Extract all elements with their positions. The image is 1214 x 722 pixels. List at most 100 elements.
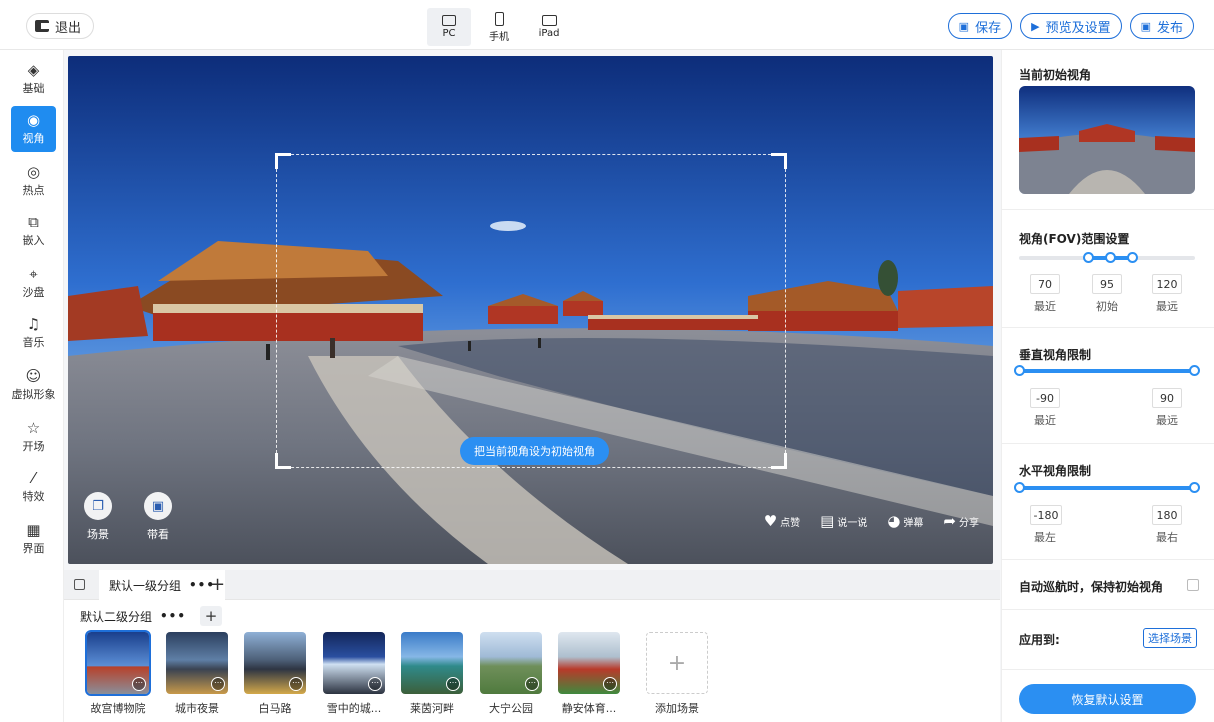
sidebar-item-opening[interactable]: ☆ 开场 bbox=[11, 414, 56, 460]
scene-thumb[interactable]: ⋯ 雪中的城... bbox=[323, 632, 385, 716]
device-phone-tab[interactable]: 手机 bbox=[477, 8, 521, 46]
panorama-viewer[interactable]: 把当前视角设为初始视角 ❐ 场景 ▣ 带看 ♥ 点赞 ▤ 说一说 ◕ 弹幕 ➦ … bbox=[68, 56, 993, 564]
auto-cruise-label: 自动巡航时，保持初始视角 bbox=[1019, 580, 1164, 594]
more-icon[interactable]: ⋯ bbox=[289, 677, 303, 691]
scene-thumb[interactable]: ⋯ 大宁公园 bbox=[480, 632, 542, 716]
preview-image bbox=[1019, 86, 1195, 194]
scene-image: ⋯ bbox=[558, 632, 620, 694]
vertical-min-handle[interactable] bbox=[1014, 365, 1025, 376]
horizontal-max-label: 最右 bbox=[1156, 531, 1178, 544]
horizontal-max-handle[interactable] bbox=[1189, 482, 1200, 493]
apply-to-section: 应用到: 选择场景 bbox=[1002, 610, 1214, 670]
vertical-max-input[interactable]: 90 bbox=[1152, 388, 1182, 408]
danmaku-icon: ◕ bbox=[887, 512, 901, 530]
sidebar-item-view[interactable]: ◉ 视角 bbox=[11, 106, 56, 152]
sidebar-item-avatar[interactable]: ☺ 虚拟形象 bbox=[6, 362, 61, 408]
group-tabs: 默认一级分组 ••• + bbox=[64, 570, 1000, 600]
fov-title: 视角(FOV)范围设置 bbox=[1019, 232, 1130, 246]
left-sidebar: ◈ 基础 ◉ 视角 ◎ 热点 ⧉ 嵌入 ⌖ 沙盘 ♫ 音乐 ☺ 虚拟形象 ☆ 开… bbox=[0, 50, 64, 722]
fov-init-handle[interactable] bbox=[1105, 252, 1116, 263]
device-ipad-tab[interactable]: iPad bbox=[527, 8, 571, 46]
comment-button[interactable]: ▤ 说一说 bbox=[820, 512, 867, 530]
scene-label: 故宫博物院 bbox=[90, 702, 146, 715]
comment-icon: ▤ bbox=[820, 512, 835, 530]
current-view-section: 当前初始视角 bbox=[1002, 50, 1214, 210]
current-view-title: 当前初始视角 bbox=[1019, 68, 1092, 82]
add-scene-button[interactable]: + 添加场景 bbox=[646, 632, 708, 716]
like-label: 点赞 bbox=[780, 517, 801, 529]
set-initial-view-button[interactable]: 把当前视角设为初始视角 bbox=[460, 437, 609, 465]
more-icon[interactable]: ⋯ bbox=[603, 677, 617, 691]
wand-icon: ⁄ bbox=[32, 469, 35, 487]
fov-init-label: 初始 bbox=[1096, 300, 1118, 313]
scene-thumb[interactable]: ⋯ 静安体育... bbox=[558, 632, 620, 716]
guide-icon: ▣ bbox=[144, 492, 172, 520]
more-icon[interactable]: ⋯ bbox=[446, 677, 460, 691]
reset-default-button[interactable]: 恢复默认设置 bbox=[1019, 684, 1196, 714]
horizontal-max-input[interactable]: 180 bbox=[1152, 505, 1182, 525]
group-square-icon[interactable] bbox=[74, 579, 85, 590]
star-icon: ☆ bbox=[26, 419, 41, 437]
scene-thumb[interactable]: ⋯ 城市夜景 bbox=[166, 632, 228, 716]
fov-init-input[interactable]: 95 bbox=[1092, 274, 1122, 294]
like-button[interactable]: ♥ 点赞 bbox=[764, 512, 800, 530]
device-pc-tab[interactable]: PC bbox=[427, 8, 471, 46]
guide-tool[interactable]: ▣ 带看 bbox=[138, 492, 178, 542]
publish-icon: ▣ bbox=[1140, 19, 1151, 33]
top-actions: ▣ 保存 ▶ 预览及设置 ▣ 发布 bbox=[947, 13, 1194, 39]
device-pc-label: PC bbox=[442, 28, 456, 39]
horizontal-min-input[interactable]: -180 bbox=[1030, 505, 1062, 525]
share-button[interactable]: ➦ 分享 bbox=[943, 512, 979, 530]
select-scene-button[interactable]: 选择场景 bbox=[1143, 628, 1197, 648]
scene-label: 莱茵河畔 bbox=[410, 702, 454, 715]
more-icon[interactable]: ⋯ bbox=[525, 677, 539, 691]
subgroup-label[interactable]: 默认二级分组 bbox=[80, 608, 152, 625]
fov-max-input[interactable]: 120 bbox=[1152, 274, 1182, 294]
scene-thumb[interactable]: ⋯ 故宫博物院 bbox=[85, 630, 151, 716]
vertical-slider-fill[interactable] bbox=[1019, 369, 1195, 373]
horizontal-min-handle[interactable] bbox=[1014, 482, 1025, 493]
sidebar-item-interface[interactable]: ▦ 界面 bbox=[11, 516, 56, 562]
add-group-icon[interactable]: + bbox=[210, 574, 225, 595]
auto-cruise-section: 自动巡航时，保持初始视角 bbox=[1002, 560, 1214, 610]
sidebar-item-music[interactable]: ♫ 音乐 bbox=[11, 310, 56, 356]
sidebar-item-sandbox[interactable]: ⌖ 沙盘 bbox=[11, 260, 56, 306]
top-bar: 退出 PC 手机 iPad ▣ 保存 ▶ 预览及设置 ▣ 发布 bbox=[0, 0, 1214, 50]
fov-min-input[interactable]: 70 bbox=[1030, 274, 1060, 294]
fov-max-handle[interactable] bbox=[1127, 252, 1138, 263]
frame-corner bbox=[771, 153, 787, 169]
more-icon[interactable]: ⋯ bbox=[368, 677, 382, 691]
preview-button[interactable]: ▶ 预览及设置 bbox=[1020, 13, 1122, 39]
sidebar-item-effects[interactable]: ⁄ 特效 bbox=[11, 464, 56, 510]
add-subgroup-icon[interactable]: + bbox=[200, 606, 223, 626]
fov-min-handle[interactable] bbox=[1083, 252, 1094, 263]
scene-label: 大宁公园 bbox=[489, 702, 533, 715]
danmaku-button[interactable]: ◕ 弹幕 bbox=[887, 512, 923, 530]
sidebar-item-label: 热点 bbox=[22, 184, 45, 197]
save-button[interactable]: ▣ 保存 bbox=[947, 13, 1013, 39]
more-icon[interactable]: ⋯ bbox=[211, 677, 225, 691]
sidebar-item-hotspot[interactable]: ◎ 热点 bbox=[11, 158, 56, 204]
auto-cruise-checkbox[interactable] bbox=[1187, 579, 1199, 591]
exit-button[interactable]: 退出 bbox=[26, 13, 95, 39]
sidebar-item-basic[interactable]: ◈ 基础 bbox=[11, 56, 56, 102]
sidebar-item-label: 虚拟形象 bbox=[11, 388, 56, 401]
more-icon[interactable]: ••• bbox=[160, 609, 186, 623]
view-frame[interactable] bbox=[275, 153, 787, 469]
add-scene-label: 添加场景 bbox=[655, 702, 699, 715]
publish-button[interactable]: ▣ 发布 bbox=[1129, 13, 1194, 39]
scene-thumb[interactable]: ⋯ 莱茵河畔 bbox=[401, 632, 463, 716]
vertical-min-input[interactable]: -90 bbox=[1030, 388, 1060, 408]
grid-icon: ▦ bbox=[26, 521, 41, 539]
scene-thumb[interactable]: ⋯ 白马路 bbox=[244, 632, 306, 716]
publish-label: 发布 bbox=[1156, 20, 1183, 36]
group-tab[interactable]: 默认一级分组 ••• bbox=[99, 570, 226, 600]
vertical-max-handle[interactable] bbox=[1189, 365, 1200, 376]
pano-actions: ♥ 点赞 ▤ 说一说 ◕ 弹幕 ➦ 分享 bbox=[764, 512, 979, 530]
horizontal-slider-fill[interactable] bbox=[1019, 486, 1195, 490]
sidebar-item-embed[interactable]: ⧉ 嵌入 bbox=[11, 208, 56, 254]
frame-corner bbox=[771, 453, 787, 469]
more-icon[interactable]: ⋯ bbox=[132, 677, 146, 691]
scenes-tool[interactable]: ❐ 场景 bbox=[78, 492, 118, 542]
sidebar-item-label: 基础 bbox=[22, 82, 45, 95]
